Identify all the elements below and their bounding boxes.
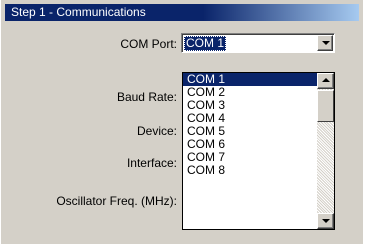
scroll-up-icon <box>322 78 330 82</box>
device-label: Device: <box>136 124 177 138</box>
com-port-option[interactable]: COM 8 <box>183 164 317 177</box>
com-port-combobox[interactable]: COM 1 <box>181 33 335 53</box>
oscillator-freq-label: Oscillator Freq. (MHz): <box>56 194 177 208</box>
scroll-down-icon <box>322 219 330 223</box>
step-header: Step 1 - Communications <box>5 4 359 21</box>
com-port-options: COM 1 COM 2 COM 3 COM 4 COM 5 COM 6 COM … <box>183 73 317 177</box>
chevron-down-icon <box>322 41 330 45</box>
com-port-selected-value: COM 1 <box>184 36 227 51</box>
scroll-up-button[interactable] <box>317 73 334 89</box>
com-port-label: COM Port: <box>120 37 177 51</box>
communications-panel: Step 1 - Communications COM Port: Baud R… <box>0 0 363 244</box>
com-port-dropdown-list[interactable]: COM 1 COM 2 COM 3 COM 4 COM 5 COM 6 COM … <box>182 72 335 230</box>
baud-rate-label: Baud Rate: <box>116 90 177 104</box>
interface-label: Interface: <box>126 156 177 170</box>
dropdown-scrollbar[interactable] <box>317 73 334 229</box>
step-title: Step 1 - Communications <box>11 5 146 19</box>
scroll-thumb[interactable] <box>317 90 334 122</box>
scroll-down-button[interactable] <box>317 213 334 229</box>
header-gradient <box>203 4 359 21</box>
com-port-dropdown-button[interactable] <box>317 35 333 51</box>
